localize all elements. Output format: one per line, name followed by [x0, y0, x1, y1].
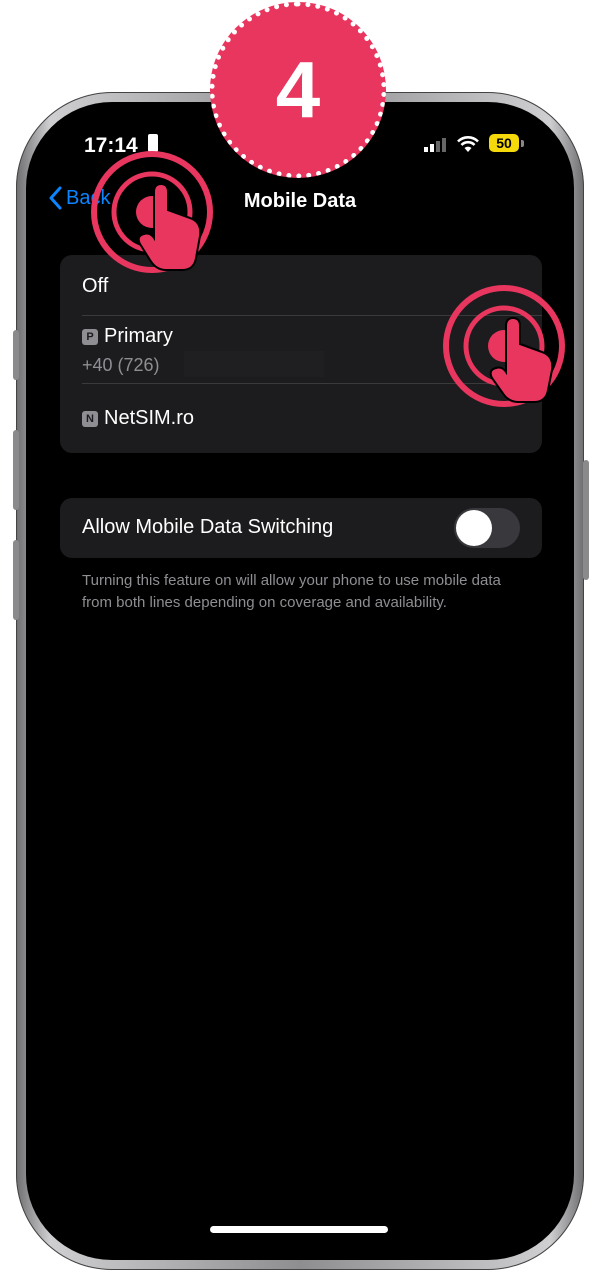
battery-icon: 50	[489, 134, 519, 152]
phone-power-button	[583, 460, 589, 580]
data-switching-toggle[interactable]	[454, 508, 520, 548]
phone-volume-down-button	[13, 540, 19, 620]
sim-badge-primary: P	[82, 329, 98, 345]
toggle-knob	[456, 510, 492, 546]
line-option-off[interactable]: Off	[82, 275, 108, 298]
sim-badge-netsim: N	[82, 411, 98, 427]
step-number-badge: 4	[210, 2, 386, 178]
tap-hand-icon	[443, 285, 565, 407]
data-switching-label: Allow Mobile Data Switching	[82, 516, 334, 538]
data-switching-row: Allow Mobile Data Switching	[60, 498, 542, 558]
primary-phone-number: +40 (726)	[82, 355, 160, 375]
line-option-netsim[interactable]: N NetSIM.ro	[82, 407, 194, 430]
home-indicator[interactable]	[210, 1226, 388, 1233]
battery-tip	[521, 140, 524, 147]
wifi-icon	[457, 136, 479, 152]
phone-volume-up-button	[13, 430, 19, 510]
primary-label: Primary	[104, 325, 173, 347]
redacted-number	[184, 351, 324, 377]
netsim-label: NetSIM.ro	[104, 407, 195, 429]
tap-hand-icon	[91, 151, 213, 273]
phone-side-button	[13, 330, 19, 380]
signal-icon	[424, 138, 446, 152]
line-option-primary[interactable]: P Primary	[82, 325, 173, 348]
data-switching-footer: Turning this feature on will allow your …	[82, 572, 501, 611]
